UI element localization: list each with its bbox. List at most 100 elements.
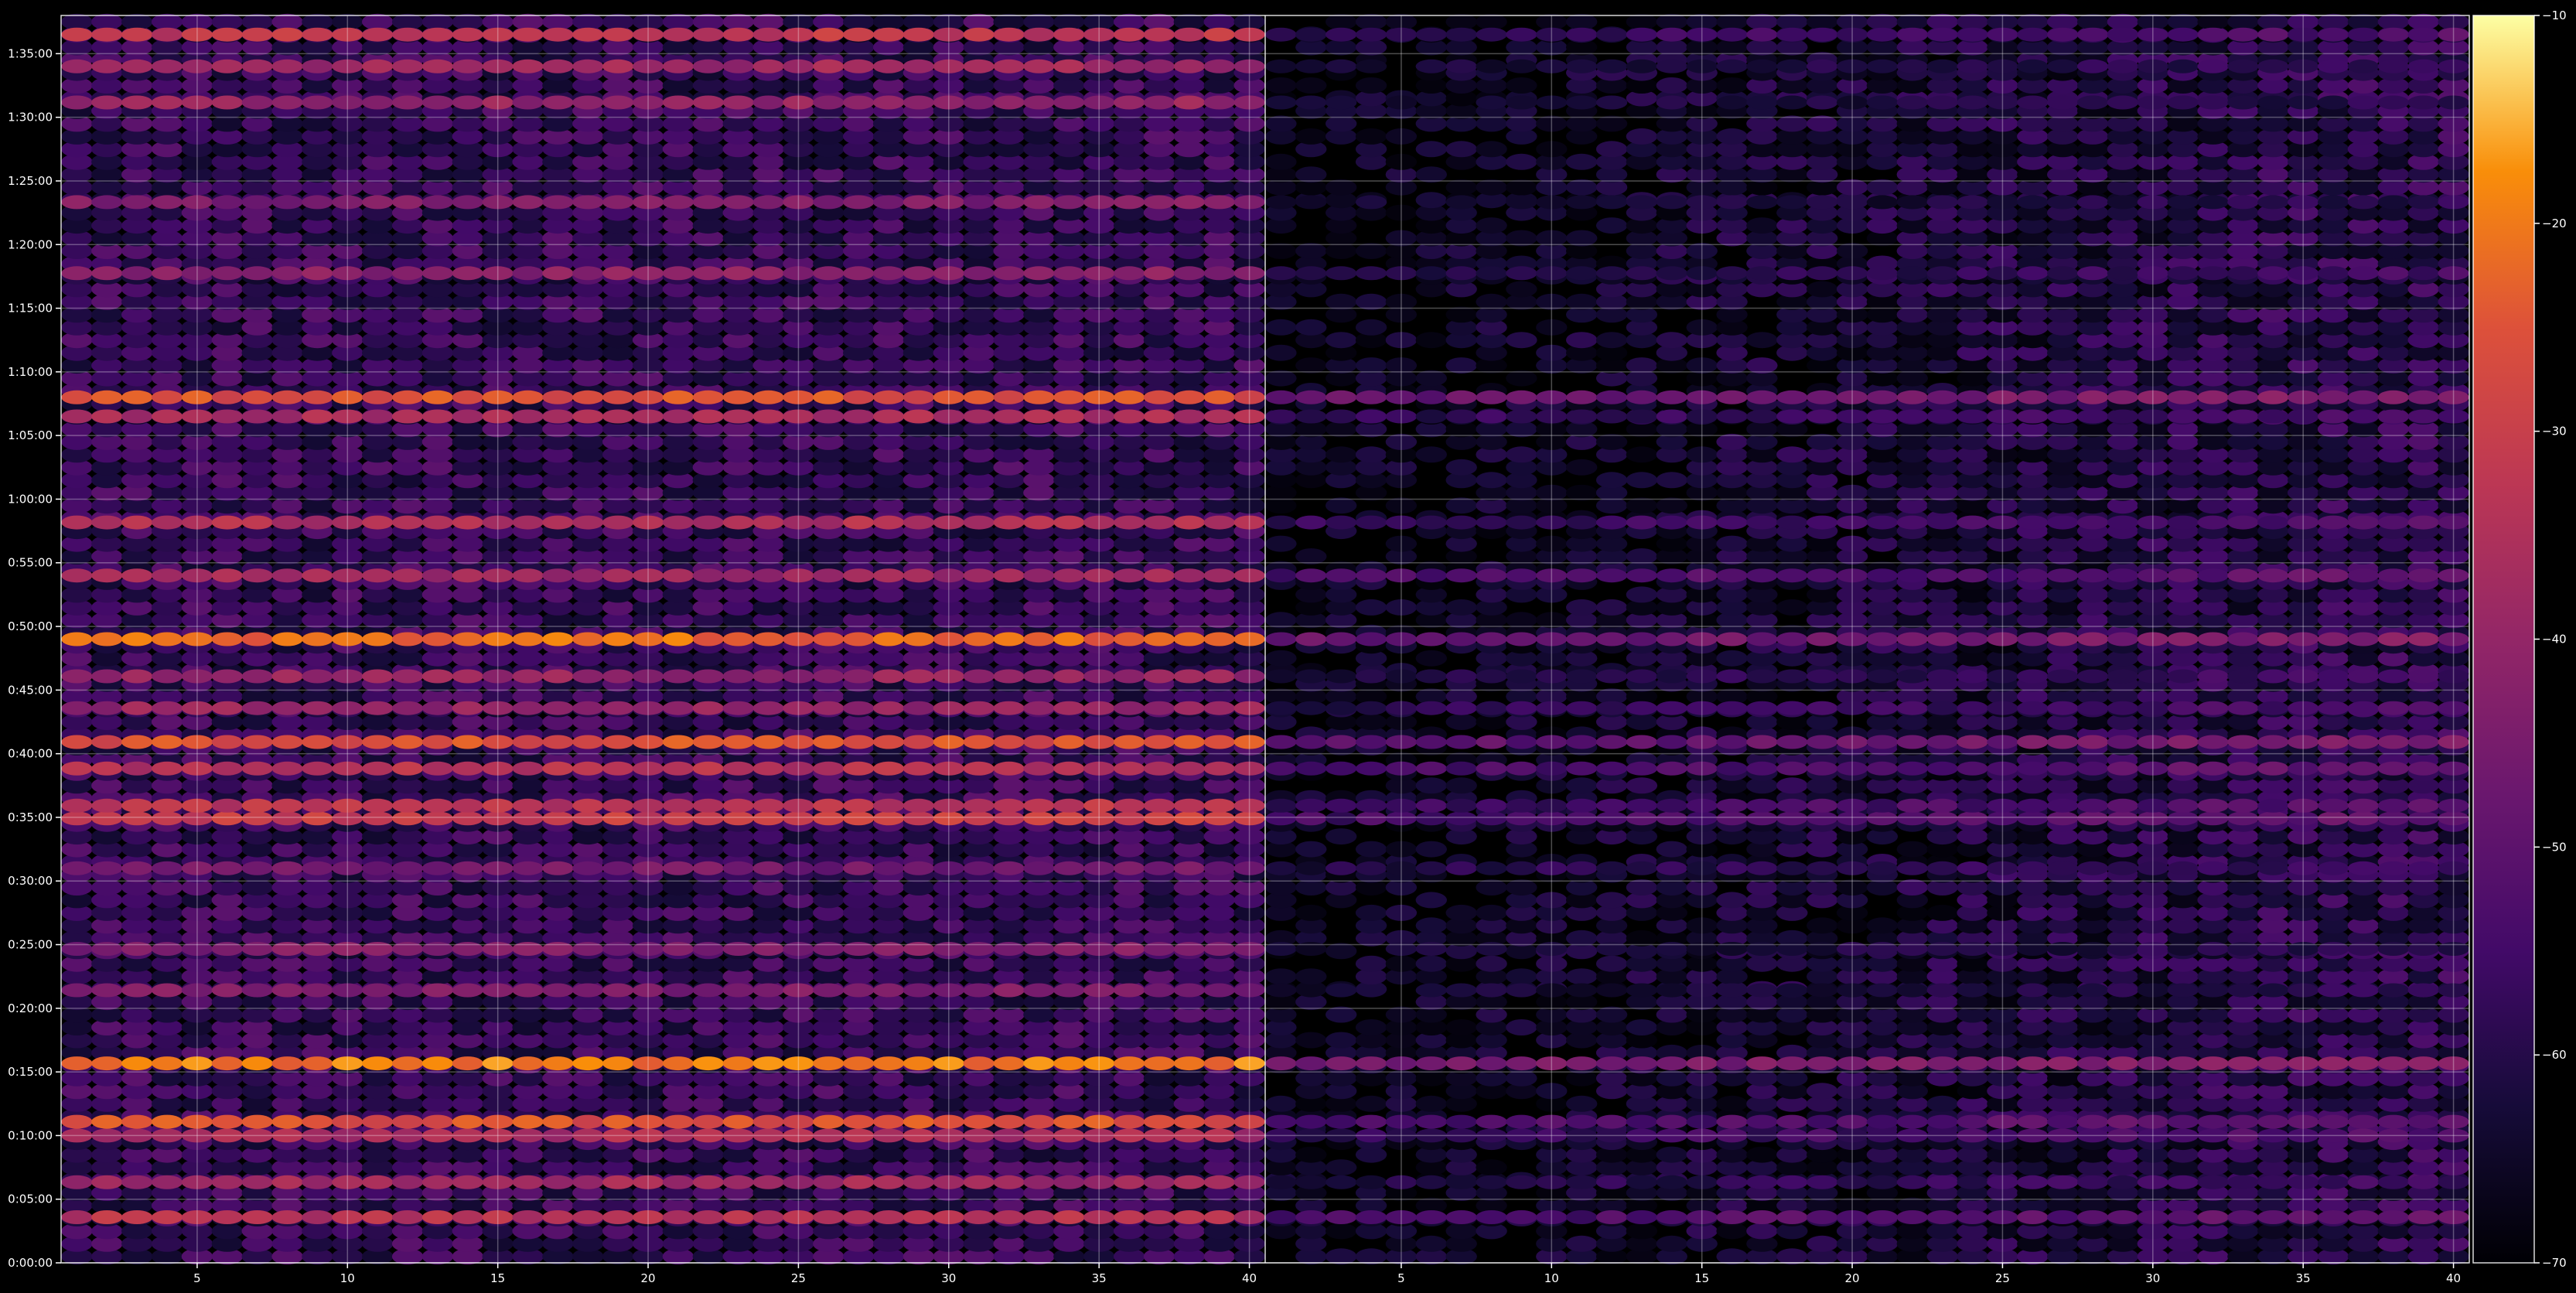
heatmap-band-cell	[1113, 568, 1145, 583]
heatmap-band-cell	[1173, 390, 1206, 404]
heatmap-band-cell	[91, 861, 123, 875]
heatmap-band-cell	[1173, 195, 1206, 210]
heatmap-band-cell	[692, 1056, 724, 1071]
heatmap-band-cell	[902, 95, 935, 110]
heatmap-band-cell	[542, 27, 574, 42]
heatmap-band-cell	[843, 1114, 875, 1129]
heatmap-band-cell	[271, 195, 303, 210]
heatmap-band-cell	[61, 761, 93, 776]
heatmap-band-cell	[512, 811, 544, 826]
heatmap-band-cell	[121, 1056, 153, 1071]
heatmap-band-cell	[692, 942, 724, 956]
heatmap-cell	[1295, 1146, 1327, 1163]
heatmap-band-cell	[542, 942, 574, 956]
heatmap-band-cell	[602, 761, 634, 776]
heatmap-band-cell	[302, 195, 333, 210]
heatmap-band-cell	[302, 409, 333, 424]
heatmap-band-cell	[271, 861, 303, 875]
heatmap-band-cell	[421, 195, 454, 210]
heatmap-band-cell	[211, 409, 243, 424]
heatmap-band-cell	[602, 735, 634, 749]
heatmap-band-cell	[813, 568, 844, 583]
heatmap-band-cell	[512, 632, 544, 646]
heatmap-cell	[1203, 13, 1235, 30]
heatmap-band-cell	[91, 59, 123, 73]
heatmap-band-cell	[602, 942, 634, 956]
heatmap-band-cell	[963, 761, 995, 776]
heatmap-band-cell	[391, 1175, 424, 1189]
heatmap-cell	[813, 13, 844, 30]
heatmap-band-cell	[1143, 811, 1175, 826]
heatmap-band-cell	[692, 669, 724, 684]
heatmap-band-cell	[662, 1056, 694, 1071]
heatmap-band-cell	[211, 59, 243, 73]
heatmap-band-cell	[121, 95, 153, 110]
heatmap-band-cell	[362, 59, 394, 73]
heatmap-band-cell	[872, 942, 905, 956]
heatmap-band-cell	[602, 1175, 634, 1189]
heatmap-band-cell	[813, 59, 844, 73]
heatmap-band-cell	[1023, 195, 1055, 210]
heatmap-band-cell	[752, 1210, 784, 1224]
heatmap-cell	[1265, 77, 1297, 94]
heatmap-band-cell	[362, 942, 394, 956]
heatmap-band-cell	[151, 1114, 183, 1129]
heatmap-band-cell	[121, 568, 153, 583]
heatmap-band-cell	[692, 568, 724, 583]
heatmap-band-cell	[61, 1114, 93, 1129]
heatmap-band-cell	[993, 669, 1025, 684]
heatmap-band-cell	[362, 515, 394, 530]
heatmap-band-cell	[662, 811, 694, 826]
heatmap-band-cell	[662, 1210, 694, 1224]
heatmap-band-cell	[692, 409, 724, 424]
heatmap-band-cell	[872, 409, 905, 424]
heatmap-band-cell	[662, 761, 694, 776]
heatmap-cell	[1295, 968, 1327, 985]
heatmap-band-cell	[121, 942, 153, 956]
heatmap-band-cell	[151, 701, 183, 715]
heatmap-band-cell	[271, 669, 303, 684]
heatmap-band-cell	[993, 409, 1025, 424]
heatmap-cell	[872, 13, 905, 30]
heatmap-band-cell	[602, 1210, 634, 1224]
heatmap-band-cell	[512, 861, 544, 875]
heatmap-band-cell	[452, 761, 483, 776]
heatmap-band-cell	[391, 632, 424, 646]
heatmap-band-cell	[722, 811, 754, 826]
heatmap-band-cell	[993, 568, 1025, 583]
heatmap-band-cell	[1203, 798, 1235, 813]
heatmap-band-cell	[1053, 761, 1085, 776]
heatmap-band-cell	[843, 669, 875, 684]
heatmap-band-cell	[722, 515, 754, 530]
heatmap-cell	[1265, 319, 1297, 336]
heatmap-band-cell	[722, 266, 754, 281]
heatmap-band-cell	[302, 798, 333, 813]
heatmap-band-cell	[542, 1175, 574, 1189]
heatmap-band-cell	[1053, 409, 1085, 424]
heatmap-band-cell	[1143, 1210, 1175, 1224]
heatmap-band-cell	[602, 669, 634, 684]
heatmap-band-cell	[572, 942, 604, 956]
heatmap-band-cell	[452, 1056, 483, 1071]
heatmap-band-cell	[902, 761, 935, 776]
heatmap-band-cell	[692, 983, 724, 998]
heatmap-band-cell	[391, 735, 424, 749]
heatmap-band-cell	[1173, 942, 1206, 956]
heatmap-band-cell	[1143, 266, 1175, 281]
heatmap-band-cell	[1113, 195, 1145, 210]
heatmap-band-cell	[241, 632, 273, 646]
heatmap-band-cell	[722, 1210, 754, 1224]
heatmap-band-cell	[1053, 811, 1085, 826]
heatmap-band-cell	[1203, 983, 1235, 998]
heatmap-band-cell	[241, 983, 273, 998]
heatmap-cell	[1265, 650, 1297, 667]
heatmap-band-cell	[211, 95, 243, 110]
heatmap-band-cell	[1023, 1056, 1055, 1071]
heatmap-band-cell	[752, 761, 784, 776]
heatmap-band-cell	[752, 1056, 784, 1071]
heatmap-band-cell	[121, 1114, 153, 1129]
heatmap-band-cell	[391, 701, 424, 715]
heatmap-band-cell	[1053, 669, 1085, 684]
heatmap-band-cell	[752, 266, 784, 281]
heatmap-band-cell	[993, 701, 1025, 715]
